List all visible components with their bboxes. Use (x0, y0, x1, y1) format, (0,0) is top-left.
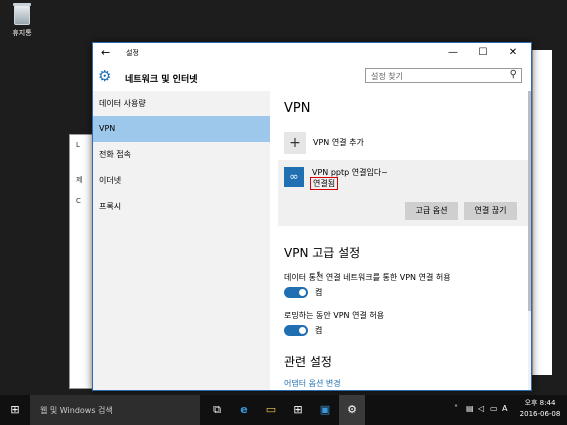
sidebar-nav: 데이터 사용량 VPN 전화 접속 이더넷 프록시 (93, 91, 270, 390)
bg-window-char: C (76, 197, 81, 205)
disconnect-button[interactable]: 연결 끊기 (464, 202, 517, 220)
scrollbar-thumb[interactable] (528, 91, 531, 311)
close-button[interactable]: ✕ (498, 45, 528, 61)
network-app-icon[interactable]: ▣ (312, 395, 338, 425)
related-settings-title: 관련 설정 (284, 355, 332, 369)
chevron-up-icon[interactable]: ˄ (454, 404, 458, 413)
network-icon[interactable]: ▤ (466, 404, 474, 413)
roaming-vpn-label: 로밍하는 동안 VPN 연결 허용 (284, 311, 385, 320)
notification-icon[interactable]: ▭ (490, 404, 498, 413)
vertical-scrollbar[interactable] (528, 91, 531, 390)
recycle-bin[interactable]: 휴지통 (6, 3, 38, 38)
store-icon[interactable]: ⊞ (285, 395, 311, 425)
background-window-left[interactable]: L 제 C (69, 134, 93, 389)
clock-date: 2016-06-08 (519, 410, 561, 418)
search-input[interactable]: 설정 찾기 ⚲ (365, 68, 522, 83)
sidebar-item-vpn[interactable]: VPN (93, 116, 270, 142)
main-content: VPN + VPN 연결 추가 ∞ VPN pptp 연결임다~ 연결됨 고급 … (270, 91, 531, 390)
windows-start-icon[interactable]: ⊞ (0, 395, 30, 425)
search-icon[interactable]: ⚲ (510, 69, 517, 80)
back-arrow-icon[interactable]: ← (101, 46, 110, 59)
minimize-button[interactable]: — (438, 45, 468, 61)
sidebar-item-dial-up[interactable]: 전화 접속 (93, 142, 270, 168)
add-vpn-label[interactable]: VPN 연결 추가 (313, 137, 364, 148)
advanced-options-button[interactable]: 고급 옵션 (405, 202, 458, 220)
change-adapter-options-link[interactable]: 어댑터 옵션 변경 (284, 378, 341, 389)
vpn-connection-card[interactable]: ∞ VPN pptp 연결임다~ 연결됨 고급 옵션 연결 끊기 ↖ (278, 160, 529, 280)
background-window-right[interactable] (532, 50, 552, 375)
taskbar-search-text[interactable]: 웹 및 Windows 검색 (40, 405, 113, 416)
settings-app-icon[interactable]: ⚙ (339, 395, 365, 425)
page-header: ⚙ 네트워크 및 인터넷 설정 찾기 ⚲ (93, 63, 531, 91)
taskbar-clock[interactable]: 오후 8:44 2016-06-08 (515, 398, 565, 420)
sidebar-item-proxy[interactable]: 프록시 (93, 194, 270, 220)
gear-icon: ⚙ (98, 67, 112, 85)
title-bar[interactable]: ← 설정 — ☐ ✕ (93, 43, 531, 63)
metered-vpn-state: 켬 (315, 288, 323, 297)
window-title: 설정 (126, 49, 139, 57)
settings-window: ← 설정 — ☐ ✕ ⚙ 네트워크 및 인터넷 설정 찾기 ⚲ 데이터 사용량 … (92, 42, 532, 391)
recycle-bin-icon (13, 3, 31, 25)
taskbar: ⊞ 웹 및 Windows 검색 ⧉ e ▭ ⊞ ▣ ⚙ ˄ ▤ ◁ ▭ A 오… (0, 395, 567, 425)
file-explorer-icon[interactable]: ▭ (258, 395, 284, 425)
taskbar-search-box[interactable]: 웹 및 Windows 검색 (30, 395, 200, 425)
metered-vpn-toggle[interactable] (284, 287, 308, 298)
status-badge: 연결됨 (310, 177, 339, 190)
vpn-connection-icon: ∞ (284, 167, 304, 187)
sidebar-item-data-usage[interactable]: 데이터 사용량 (93, 91, 270, 117)
clock-time: 오후 8:44 (524, 399, 556, 407)
roaming-vpn-state: 켬 (315, 326, 323, 335)
maximize-button[interactable]: ☐ (468, 45, 498, 61)
recycle-bin-label: 휴지통 (12, 29, 32, 37)
metered-vpn-label: 데이터 통신 연결 네트워크를 통한 VPN 연결 허용 (284, 273, 451, 282)
page-title: 네트워크 및 인터넷 (125, 75, 198, 85)
edge-browser-icon[interactable]: e (231, 395, 257, 425)
toggle-knob (299, 289, 306, 296)
volume-icon[interactable]: ◁ (478, 404, 484, 413)
bg-window-char: L (76, 141, 80, 149)
task-view-icon[interactable]: ⧉ (204, 395, 230, 425)
plus-icon[interactable]: + (284, 132, 306, 154)
input-method-icon[interactable]: A (502, 404, 507, 413)
advanced-settings-title: VPN 고급 설정 (284, 246, 361, 260)
toggle-knob (299, 327, 306, 334)
section-title-vpn: VPN (284, 101, 311, 116)
roaming-vpn-toggle[interactable] (284, 325, 308, 336)
search-placeholder: 설정 찾기 (371, 72, 403, 81)
bg-window-char: 제 (76, 176, 83, 184)
sidebar-item-ethernet[interactable]: 이더넷 (93, 168, 270, 194)
